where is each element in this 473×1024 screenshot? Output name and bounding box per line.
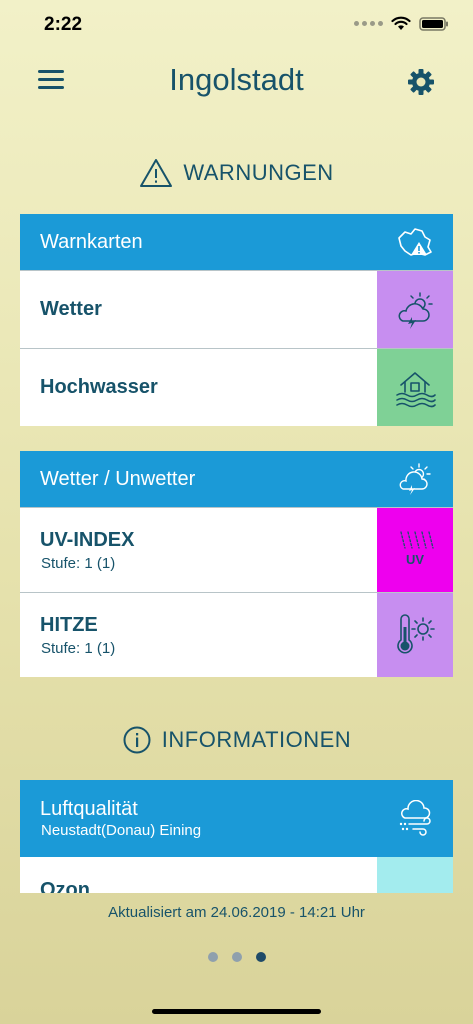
row-title: Hochwasser <box>40 376 158 398</box>
info-row-ozon[interactable]: Ozon <box>20 857 453 893</box>
status-time: 2:22 <box>44 14 83 35</box>
warning-row-hochwasser[interactable]: Hochwasser <box>20 348 453 426</box>
status-indicators <box>354 16 449 31</box>
unwetter-card: Wetter / Unwetter UV-INDEX Stufe: 1 (1) … <box>20 451 453 677</box>
page-title: Ingolstadt <box>169 62 304 97</box>
app-header: Ingolstadt <box>0 56 473 108</box>
warning-row-hitze[interactable]: HITZE Stufe: 1 (1) <box>20 592 453 677</box>
thermometer-sun-icon <box>397 614 435 654</box>
info-heading: INFORMATIONEN <box>0 725 473 755</box>
warnkarten-card-header[interactable]: Warnkarten <box>20 214 453 270</box>
bavaria-warning-icon <box>398 228 432 256</box>
page-dot-3-active[interactable] <box>255 952 266 962</box>
info-icon <box>123 726 151 754</box>
row-title: HITZE <box>40 614 98 636</box>
card-header-title: Luftqualität <box>40 798 138 820</box>
card-header-title: Warnkarten <box>40 231 143 253</box>
page-dot-2[interactable] <box>231 952 242 962</box>
info-heading-label: INFORMATIONEN <box>161 727 352 752</box>
wetter-tile <box>377 271 453 348</box>
unwetter-card-header[interactable]: Wetter / Unwetter <box>20 451 453 507</box>
cellular-signal-icon <box>354 21 383 26</box>
wifi-icon <box>391 16 411 31</box>
status-bar: 2:22 <box>0 0 473 48</box>
warnkarten-card: Warnkarten Wetter Hochwasser <box>20 214 453 426</box>
hitze-tile <box>377 593 453 677</box>
row-title: UV-INDEX <box>40 529 135 551</box>
row-subtitle: Stufe: 1 (1) <box>41 640 116 657</box>
card-header-title: Wetter / Unwetter <box>40 468 196 490</box>
home-indicator[interactable] <box>152 1009 321 1014</box>
warning-triangle-icon <box>140 159 173 187</box>
gear-icon[interactable] <box>407 68 435 96</box>
card-header-subtitle: Neustadt(Donau) Eining <box>41 822 202 839</box>
page-dot-1[interactable] <box>207 952 218 962</box>
info-scroll-clip: Luftqualität Neustadt(Donau) Eining Ozon <box>20 780 453 893</box>
page-indicator[interactable] <box>0 952 473 962</box>
warning-row-uv-index[interactable]: UV-INDEX Stufe: 1 (1) UV <box>20 507 453 592</box>
uv-icon: UV <box>400 531 434 567</box>
row-title: Wetter <box>40 298 102 320</box>
luftqualitaet-card: Luftqualität Neustadt(Donau) Eining Ozon <box>20 780 453 893</box>
warnings-heading: WARNUNGEN <box>0 158 473 188</box>
uv-icon-label: UV <box>406 552 424 567</box>
row-title: Ozon <box>40 879 90 893</box>
warnings-heading-label: WARNUNGEN <box>183 160 334 185</box>
hochwasser-tile <box>377 349 453 426</box>
air-quality-icon <box>399 800 431 836</box>
ozon-tile <box>377 857 453 893</box>
warning-row-wetter[interactable]: Wetter <box>20 270 453 348</box>
last-updated-text: Aktualisiert am 24.06.2019 - 14:21 Uhr <box>108 904 365 921</box>
storm-cloud-icon <box>398 291 433 329</box>
luftqualitaet-card-header[interactable]: Luftqualität Neustadt(Donau) Eining <box>20 780 453 857</box>
battery-icon <box>419 16 449 31</box>
row-subtitle: Stufe: 1 (1) <box>41 555 116 572</box>
weather-icon <box>399 463 431 495</box>
flood-house-icon <box>396 371 436 407</box>
uv-tile: UV <box>377 508 453 592</box>
